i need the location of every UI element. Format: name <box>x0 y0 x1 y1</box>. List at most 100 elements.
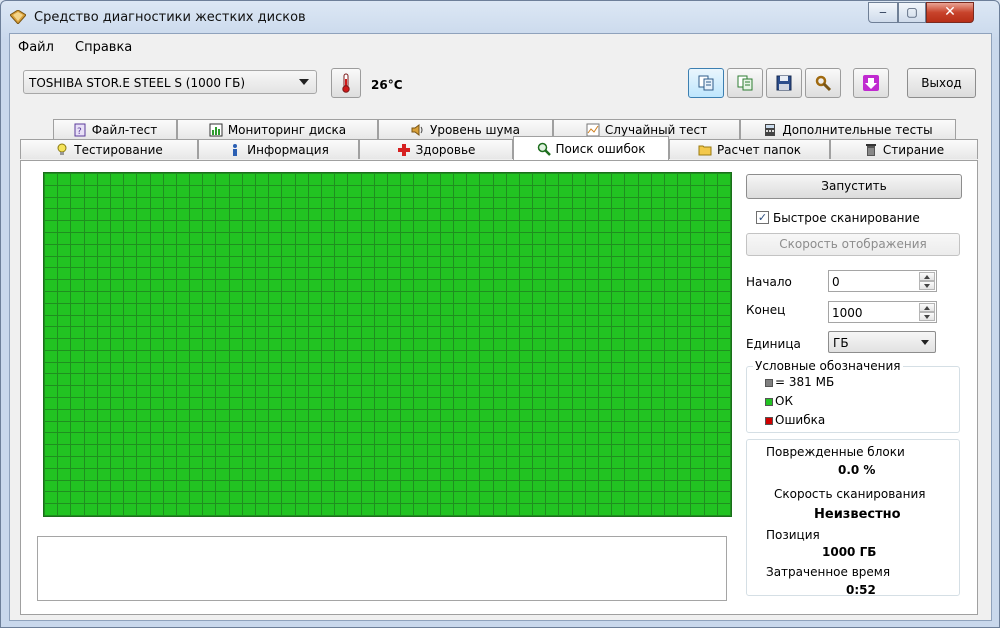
scan-block <box>401 504 414 515</box>
scan-block <box>58 445 71 457</box>
scan-block <box>242 327 256 339</box>
scan-block <box>401 421 414 433</box>
tab-information[interactable]: Информация <box>198 139 359 159</box>
scan-block <box>599 280 612 291</box>
display-speed-button[interactable]: Скорость отображения <box>746 233 960 256</box>
scan-block <box>335 398 348 409</box>
menu-help[interactable]: Справка <box>75 40 132 55</box>
scan-block <box>269 339 282 350</box>
scan-block <box>335 386 348 398</box>
scan-block <box>374 303 387 315</box>
drive-select[interactable]: TOSHIBA STOR.E STEEL S (1000 ГБ) <box>23 70 317 94</box>
scan-block <box>612 350 625 362</box>
scan-block <box>124 433 137 445</box>
maximize-button[interactable]: ▢ <box>898 2 926 23</box>
scan-block <box>453 468 467 480</box>
scan-block <box>717 386 730 398</box>
scan-block <box>625 303 638 315</box>
scan-block <box>58 339 71 350</box>
scan-block <box>585 480 599 492</box>
download-button[interactable] <box>853 68 889 98</box>
scan-block <box>678 480 691 492</box>
scan-block <box>229 197 242 209</box>
tab-erase[interactable]: Стирание <box>830 139 978 159</box>
scan-block <box>308 492 322 504</box>
tab-health[interactable]: Здоровье <box>359 139 513 159</box>
tab-error-scan[interactable]: Поиск ошибок <box>513 136 669 160</box>
tools-button[interactable] <box>805 68 841 98</box>
close-button[interactable]: ✕ <box>926 2 974 23</box>
scan-block <box>440 197 453 209</box>
scan-block <box>335 492 348 504</box>
scan-block <box>427 468 440 480</box>
scan-block <box>242 421 256 433</box>
scan-block <box>387 445 401 457</box>
scan-block <box>308 421 322 433</box>
scan-block <box>387 362 401 374</box>
tab-extra-tests[interactable]: Дополнительные тесты <box>740 119 956 139</box>
scan-block <box>401 374 414 386</box>
spin-down-icon[interactable] <box>919 281 935 290</box>
scan-block <box>348 504 361 515</box>
spin-up-icon[interactable] <box>919 303 935 312</box>
scan-block <box>229 280 242 291</box>
unit-select[interactable]: ГБ <box>828 331 936 353</box>
scan-block <box>559 244 572 256</box>
title-bar[interactable]: Средство диагностики жестких дисков ‒ ▢ … <box>1 1 999 33</box>
scan-block <box>58 221 71 232</box>
scan-block <box>612 221 625 232</box>
scan-block <box>678 398 691 409</box>
minimize-button[interactable]: ‒ <box>868 2 898 23</box>
tab-disk-monitoring[interactable]: Мониторинг диска <box>177 119 378 139</box>
chart-icon <box>209 123 223 136</box>
scan-block <box>717 409 730 421</box>
copy-green-button[interactable] <box>727 68 763 98</box>
scan-block <box>599 197 612 209</box>
scan-block <box>440 457 453 468</box>
scan-block <box>519 480 533 492</box>
exit-button[interactable]: Выход <box>907 68 976 98</box>
scan-block <box>150 386 163 398</box>
scan-block <box>282 221 295 232</box>
scan-block <box>374 315 387 327</box>
save-button[interactable] <box>766 68 802 98</box>
end-spinner[interactable]: 1000 <box>828 301 937 323</box>
scan-block <box>585 232 599 244</box>
spin-down-icon[interactable] <box>919 312 935 321</box>
scan-block <box>45 256 58 268</box>
scan-block <box>651 303 665 315</box>
log-box[interactable] <box>37 536 727 601</box>
scan-block <box>335 480 348 492</box>
scan-block <box>282 421 295 433</box>
start-button[interactable]: Запустить <box>746 174 962 199</box>
scan-block <box>546 480 559 492</box>
menu-file[interactable]: Файл <box>18 40 54 55</box>
scan-block <box>374 327 387 339</box>
scan-block <box>110 256 124 268</box>
scan-block <box>638 504 651 515</box>
scan-block <box>137 232 150 244</box>
scan-block <box>348 221 361 232</box>
start-spinner[interactable]: 0 <box>828 270 937 292</box>
scan-block <box>361 185 374 197</box>
tab-testing[interactable]: Тестирование <box>20 139 198 159</box>
temperature-button[interactable] <box>331 68 361 98</box>
scan-block <box>361 339 374 350</box>
scan-block <box>506 291 519 303</box>
copy-button[interactable] <box>688 68 724 98</box>
scan-block <box>546 174 559 185</box>
scan-block <box>665 445 678 457</box>
spin-up-icon[interactable] <box>919 272 935 281</box>
scan-block <box>361 232 374 244</box>
scan-block <box>322 504 335 515</box>
scan-block <box>453 327 467 339</box>
scan-block <box>229 409 242 421</box>
scan-block <box>45 303 58 315</box>
scan-block <box>242 350 256 362</box>
scan-block <box>572 327 585 339</box>
scan-block <box>533 362 546 374</box>
scan-block <box>480 445 493 457</box>
tab-folder-calc[interactable]: Расчет папок <box>669 139 830 159</box>
fast-scan-checkbox[interactable]: ✓ <box>756 211 769 224</box>
tab-file-test[interactable]: ? Файл-тест <box>53 119 177 139</box>
